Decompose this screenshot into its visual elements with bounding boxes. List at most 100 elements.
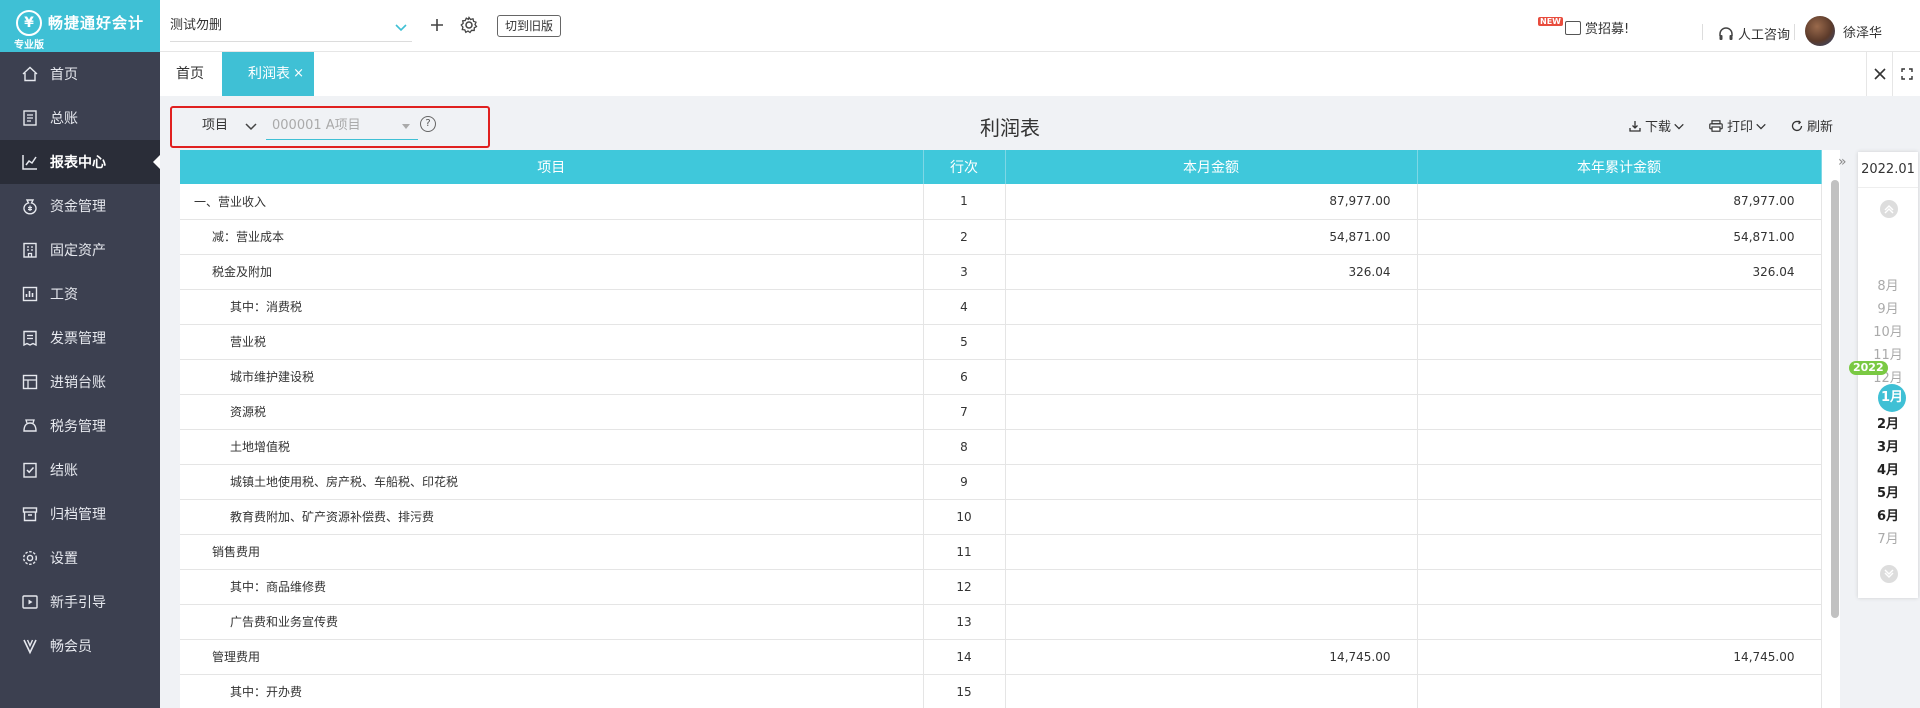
sidebar-item[interactable]: 进销台账	[0, 360, 160, 404]
month-item[interactable]: 10月	[1858, 321, 1918, 340]
sidebar-item[interactable]: 固定资产	[0, 228, 160, 272]
row-line-number: 13	[923, 604, 1006, 640]
row-year-amount[interactable]	[1417, 394, 1822, 430]
row-month-amount[interactable]	[1005, 359, 1418, 395]
sidebar-item[interactable]: 工资	[0, 272, 160, 316]
print-button[interactable]: 打印	[1709, 116, 1771, 135]
table-row[interactable]: 土地增值税 8	[180, 429, 1822, 465]
user-name: 徐泽华	[1843, 25, 1883, 41]
table-row[interactable]: 城市维护建设税 6	[180, 359, 1822, 395]
table-row[interactable]: 减：营业成本 2 54,871.00 54,871.00	[180, 219, 1822, 255]
sidebar-item[interactable]: 发票管理	[0, 316, 160, 360]
table-row[interactable]: 教育费附加、矿产资源补偿费、排污费 10	[180, 499, 1822, 535]
account-set-select[interactable]: 测试勿删	[170, 12, 412, 42]
table-row[interactable]: 资源税 7	[180, 394, 1822, 430]
scroll-up-icon[interactable]	[1880, 200, 1898, 218]
row-month-amount[interactable]	[1005, 604, 1418, 640]
month-item[interactable]: 2月	[1858, 413, 1918, 432]
fullscreen-button[interactable]	[1892, 52, 1920, 96]
switch-old-version-button[interactable]: 切到旧版	[497, 15, 562, 37]
support-button[interactable]: 人工咨询	[1718, 24, 1790, 43]
month-item[interactable]: 3月	[1858, 436, 1918, 455]
table-row[interactable]: 一、营业收入 1 87,977.00 87,977.00	[180, 184, 1822, 220]
row-year-amount[interactable]	[1417, 289, 1822, 325]
month-item[interactable]: 4月	[1858, 459, 1918, 478]
table-row[interactable]: 其中：开办费 15	[180, 674, 1822, 708]
row-item-name: 城市维护建设税	[180, 359, 924, 395]
close-tab-icon[interactable]: ×	[293, 52, 304, 96]
row-item-name: 教育费附加、矿产资源补偿费、排污费	[180, 499, 924, 535]
sidebar-item[interactable]: 资金管理	[0, 184, 160, 228]
row-year-amount[interactable]	[1417, 359, 1822, 395]
month-item[interactable]: 7月	[1858, 528, 1918, 547]
app-logo[interactable]: ¥ 畅捷通好会计 专业版	[0, 0, 160, 52]
table-row[interactable]: 管理费用 14 14,745.00 14,745.00	[180, 639, 1822, 675]
row-year-amount[interactable]: 14,745.00	[1417, 639, 1822, 675]
user-menu[interactable]: 徐泽华	[1805, 16, 1882, 46]
sidebar-item[interactable]: 报表中心	[0, 140, 160, 184]
row-month-amount[interactable]: 326.04	[1005, 254, 1418, 290]
sidebar-item-label: 总账	[50, 111, 78, 127]
tab-profit-statement[interactable]: 利润表 ×	[222, 52, 314, 96]
row-year-amount[interactable]: 326.04	[1417, 254, 1822, 290]
row-month-amount[interactable]	[1005, 534, 1418, 570]
refresh-button[interactable]: 刷新	[1791, 116, 1833, 135]
sidebar-item[interactable]: 结账	[0, 448, 160, 492]
row-month-amount[interactable]	[1005, 674, 1418, 708]
row-month-amount[interactable]	[1005, 464, 1418, 500]
row-line-number: 9	[923, 464, 1006, 500]
close-all-tabs-button[interactable]	[1866, 52, 1892, 96]
month-item-active[interactable]: 1月	[1878, 384, 1906, 412]
row-year-amount[interactable]: 87,977.00	[1417, 184, 1822, 220]
row-month-amount[interactable]: 14,745.00	[1005, 639, 1418, 675]
table-row[interactable]: 营业税 5	[180, 324, 1822, 360]
sidebar-item[interactable]: 设置	[0, 536, 160, 580]
row-year-amount[interactable]	[1417, 464, 1822, 500]
row-year-amount[interactable]: 54,871.00	[1417, 219, 1822, 255]
row-month-amount[interactable]: 87,977.00	[1005, 184, 1418, 220]
sidebar-item[interactable]: 畅会员	[0, 624, 160, 668]
row-year-amount[interactable]	[1417, 429, 1822, 465]
month-item[interactable]: 5月	[1858, 482, 1918, 501]
row-month-amount[interactable]: 54,871.00	[1005, 219, 1418, 255]
sidebar-item[interactable]: 首页	[0, 52, 160, 96]
row-month-amount[interactable]	[1005, 394, 1418, 430]
table-body: 一、营业收入 1 87,977.00 87,977.00 减：营业成本 2 54,871.0…	[180, 184, 1822, 708]
table-row[interactable]: 税金及附加 3 326.04 326.04	[180, 254, 1822, 290]
money-bag-icon	[20, 196, 40, 216]
tab-home[interactable]: 首页	[176, 52, 204, 96]
row-month-amount[interactable]	[1005, 429, 1418, 465]
current-period[interactable]: 2022.01	[1858, 152, 1918, 188]
collapse-panel-icon[interactable]: »	[1838, 154, 1847, 170]
row-year-amount[interactable]	[1417, 604, 1822, 640]
scroll-down-icon[interactable]	[1880, 565, 1898, 583]
row-year-amount[interactable]	[1417, 569, 1822, 605]
row-year-amount[interactable]	[1417, 324, 1822, 360]
row-month-amount[interactable]	[1005, 289, 1418, 325]
row-month-amount[interactable]	[1005, 324, 1418, 360]
row-year-amount[interactable]	[1417, 674, 1822, 708]
row-month-amount[interactable]	[1005, 569, 1418, 605]
sidebar-item[interactable]: 新手引导	[0, 580, 160, 624]
row-year-amount[interactable]	[1417, 499, 1822, 535]
month-item[interactable]: 6月	[1858, 505, 1918, 524]
table-row[interactable]: 销售费用 11	[180, 534, 1822, 570]
table-row[interactable]: 其中：商品维修费 12	[180, 569, 1822, 605]
sidebar-item[interactable]: 归档管理	[0, 492, 160, 536]
row-year-amount[interactable]	[1417, 534, 1822, 570]
sidebar-item[interactable]: 总账	[0, 96, 160, 140]
promo-link[interactable]: NEW 赏招募!	[1538, 17, 1629, 37]
vertical-scrollbar[interactable]	[1831, 180, 1839, 618]
download-button[interactable]: 下载	[1629, 116, 1689, 135]
row-month-amount[interactable]	[1005, 499, 1418, 535]
account-settings-button[interactable]	[458, 14, 480, 36]
table-row[interactable]: 其中：消费税 4	[180, 289, 1822, 325]
table-row[interactable]: 广告费和业务宣传费 13	[180, 604, 1822, 640]
month-item[interactable]: 9月	[1858, 298, 1918, 317]
add-account-button[interactable]	[426, 14, 448, 36]
table-row[interactable]: 城镇土地使用税、房产税、车船税、印花税 9	[180, 464, 1822, 500]
sidebar-item-label: 工资	[50, 287, 78, 303]
sidebar-item[interactable]: 税务管理	[0, 404, 160, 448]
archive-icon	[20, 504, 40, 524]
month-item[interactable]: 8月	[1858, 275, 1918, 294]
